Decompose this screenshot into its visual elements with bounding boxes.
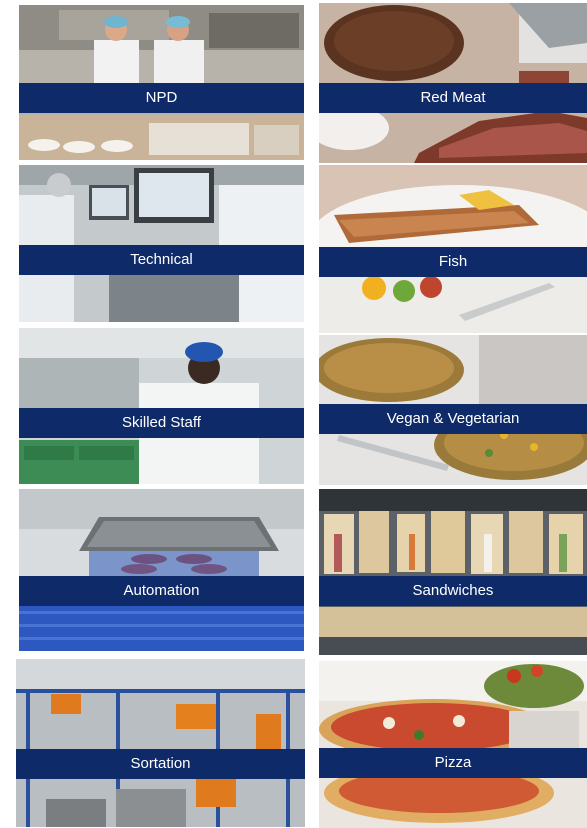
tile-fish[interactable]: Fish (319, 165, 587, 333)
tile-sandwiches[interactable]: Sandwiches (319, 489, 587, 655)
sandwiches-photo (319, 489, 587, 655)
tile-label-vegan-vegetarian: Vegan & Vegetarian (319, 404, 587, 434)
automation-photo (19, 489, 304, 651)
tile-npd[interactable]: NPD (19, 5, 304, 160)
tile-pizza[interactable]: Pizza (319, 661, 587, 828)
tile-label-technical: Technical (19, 245, 304, 275)
tile-automation[interactable]: Automation (19, 489, 304, 651)
tile-label-sandwiches: Sandwiches (319, 576, 587, 606)
tile-label-sortation: Sortation (16, 749, 305, 779)
tile-vegan-vegetarian[interactable]: Vegan & Vegetarian (319, 335, 587, 485)
technical-photo (19, 165, 304, 322)
pizza-photo (319, 661, 587, 828)
tile-label-npd: NPD (19, 83, 304, 113)
tile-label-fish: Fish (319, 247, 587, 277)
tile-technical[interactable]: Technical (19, 165, 304, 322)
tile-label-skilled-staff: Skilled Staff (19, 408, 304, 438)
tile-label-automation: Automation (19, 576, 304, 606)
tile-label-red-meat: Red Meat (319, 83, 587, 113)
tile-skilled-staff[interactable]: Skilled Staff (19, 328, 304, 484)
tile-sortation[interactable]: Sortation (16, 659, 305, 827)
tile-label-pizza: Pizza (319, 748, 587, 778)
tile-red-meat[interactable]: Red Meat (319, 3, 587, 163)
skilled-staff-photo (19, 328, 304, 484)
sortation-photo (16, 659, 305, 827)
